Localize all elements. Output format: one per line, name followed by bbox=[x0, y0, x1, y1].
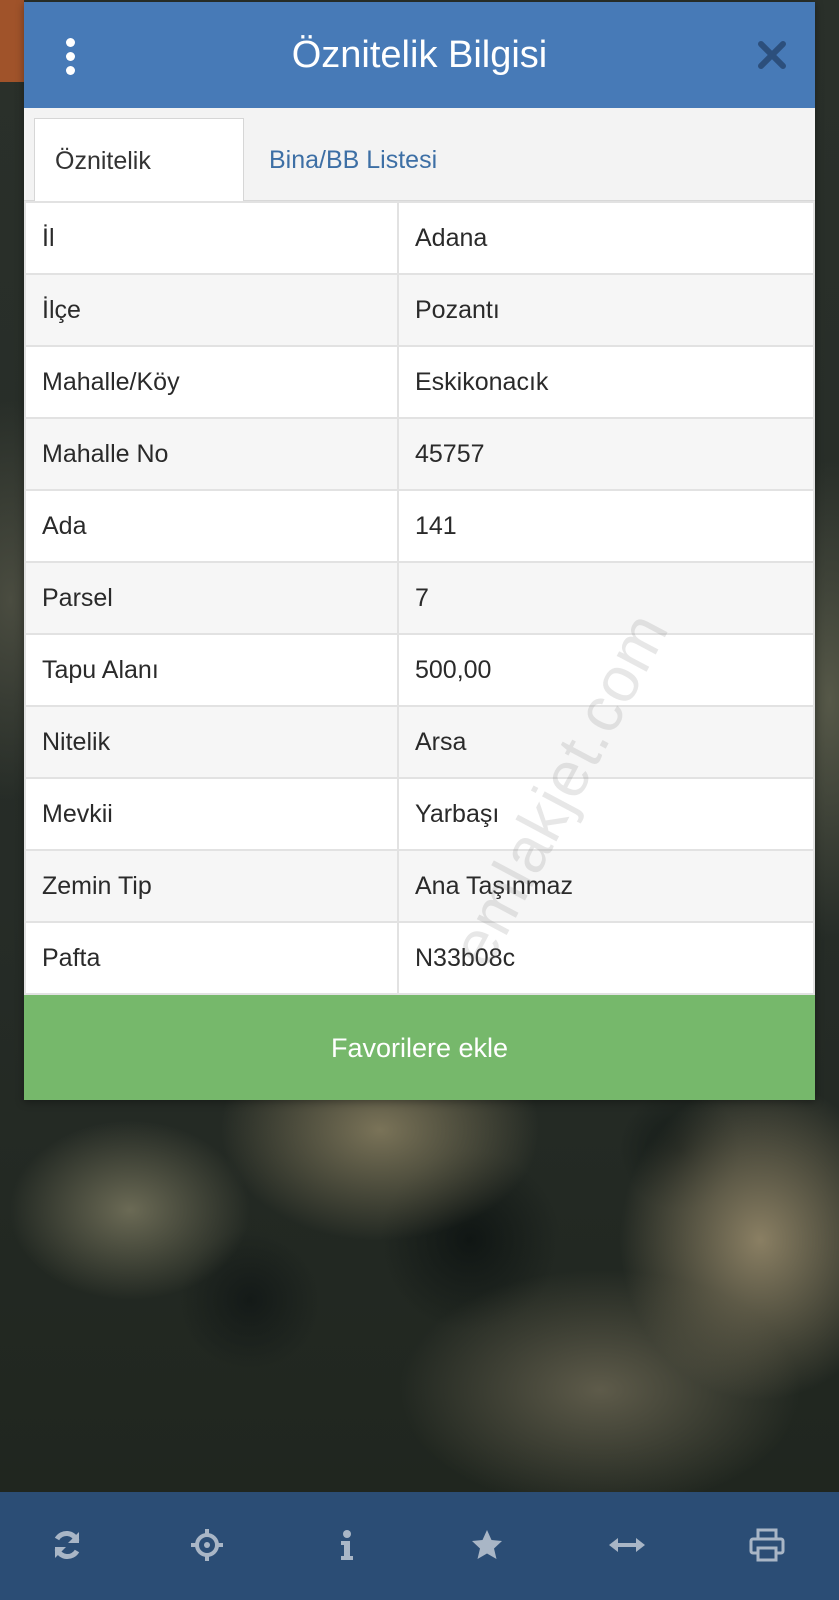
attribute-value: Adana bbox=[397, 201, 815, 275]
tab-attribute-info[interactable]: Öznitelik Bilgisi bbox=[34, 118, 244, 259]
attribute-info-dialog: Öznitelik Bilgisi Öznitelik Bilgisi Bina… bbox=[24, 2, 815, 1100]
dialog-header: Öznitelik Bilgisi bbox=[24, 2, 815, 108]
attribute-key: Tapu Alanı bbox=[24, 633, 399, 707]
table-row: Mahalle No 45757 bbox=[24, 417, 815, 491]
measure-icon[interactable] bbox=[600, 1518, 654, 1572]
attribute-table: İl Adana İlçe Pozantı Mahalle/Köy Eskikonacık… bbox=[24, 201, 815, 995]
print-icon[interactable] bbox=[740, 1518, 794, 1572]
locate-icon[interactable] bbox=[180, 1518, 234, 1572]
attribute-key: Mevkii bbox=[24, 777, 399, 851]
attribute-value: 45757 bbox=[397, 417, 815, 491]
table-row: Mevkii Yarbaşı bbox=[24, 777, 815, 851]
table-row: Zemin Tip Ana Taşınmaz bbox=[24, 849, 815, 923]
attribute-value: Pozantı bbox=[397, 273, 815, 347]
tab-building-list[interactable]: Bina/BB Listesi bbox=[249, 118, 457, 200]
attribute-key: Zemin Tip bbox=[24, 849, 399, 923]
attribute-key: İl bbox=[24, 201, 399, 275]
attribute-value: Yarbaşı bbox=[397, 777, 815, 851]
attribute-value: 141 bbox=[397, 489, 815, 563]
info-icon[interactable] bbox=[320, 1518, 374, 1572]
attribute-key: Ada bbox=[24, 489, 399, 563]
map-feature-corner bbox=[0, 0, 24, 82]
table-row: Nitelik Arsa bbox=[24, 705, 815, 779]
attribute-key: Nitelik bbox=[24, 705, 399, 779]
close-icon[interactable] bbox=[755, 38, 789, 72]
attribute-value: Eskikonacık bbox=[397, 345, 815, 419]
attribute-key: İlçe bbox=[24, 273, 399, 347]
attribute-key: Mahalle No bbox=[24, 417, 399, 491]
bottom-toolbar bbox=[0, 1492, 839, 1600]
table-row: İl Adana bbox=[24, 201, 815, 275]
dialog-title: Öznitelik Bilgisi bbox=[291, 34, 548, 76]
star-icon[interactable] bbox=[460, 1518, 514, 1572]
table-row: Tapu Alanı 500,00 bbox=[24, 633, 815, 707]
table-row: İlçe Pozantı bbox=[24, 273, 815, 347]
add-to-favorites-button[interactable]: Favorilere ekle bbox=[24, 995, 815, 1100]
tab-bar: Öznitelik Bilgisi Bina/BB Listesi bbox=[24, 108, 815, 259]
table-row: Ada 141 bbox=[24, 489, 815, 563]
table-row: Pafta N33b08c bbox=[24, 921, 815, 995]
table-row: Mahalle/Köy Eskikonacık bbox=[24, 345, 815, 419]
attribute-key: Mahalle/Köy bbox=[24, 345, 399, 419]
table-row: Parsel 7 bbox=[24, 561, 815, 635]
attribute-key: Parsel bbox=[24, 561, 399, 635]
refresh-icon[interactable] bbox=[40, 1518, 94, 1572]
attribute-key: Pafta bbox=[24, 921, 399, 995]
